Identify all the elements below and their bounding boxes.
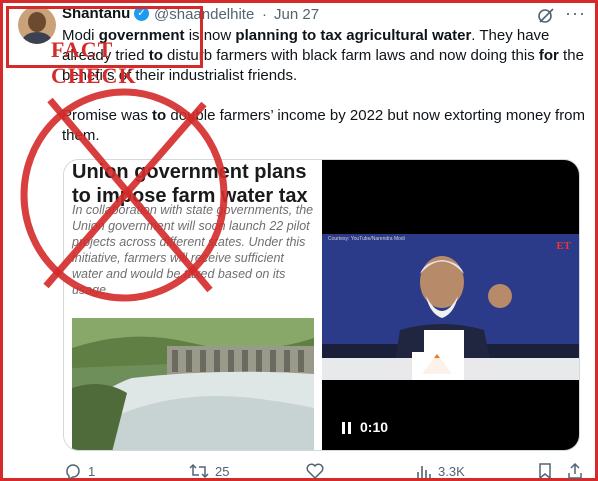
share-button[interactable] xyxy=(567,463,589,479)
video-frame[interactable]: Courtesy: YouTube/Narendra Modi ET xyxy=(322,234,579,380)
dam-photo xyxy=(72,318,314,450)
views-button[interactable]: 3.3K xyxy=(416,463,465,479)
grok-icon[interactable] xyxy=(537,8,555,24)
article-image[interactable]: Union government plans to impose farm wa… xyxy=(64,160,320,450)
reply-button[interactable]: 1 xyxy=(64,463,95,479)
tweet-paragraph-2: Promise was to double farmers’ income by… xyxy=(62,107,586,144)
fact-check-label: FACT CHECK xyxy=(51,37,137,88)
tweet-media[interactable]: Union government plans to impose farm wa… xyxy=(63,159,580,451)
speaker-figure xyxy=(322,256,579,380)
like-button[interactable] xyxy=(306,463,330,479)
action-bar: 1 25 3.3K xyxy=(0,459,598,481)
retweet-icon xyxy=(189,463,209,479)
like-icon xyxy=(306,463,324,479)
bookmark-button[interactable] xyxy=(538,463,558,479)
retweet-button[interactable]: 25 xyxy=(189,463,229,479)
views-count: 3.3K xyxy=(438,463,465,479)
more-icon[interactable]: ··· xyxy=(565,3,586,24)
reply-icon xyxy=(66,464,80,479)
tweet-date[interactable]: Jun 27 xyxy=(274,6,319,23)
retweet-count: 25 xyxy=(215,463,230,479)
share-icon xyxy=(568,463,582,479)
article-body: In collaboration with state governments,… xyxy=(72,203,314,297)
views-icon xyxy=(417,466,431,478)
reply-count: 1 xyxy=(88,463,96,479)
article-title: Union government plans to impose farm wa… xyxy=(72,161,308,207)
bookmark-icon xyxy=(539,463,551,479)
separator: · xyxy=(262,6,267,23)
fact-check-stamp: FACT CHECK xyxy=(6,6,203,88)
video-time: 0:10 xyxy=(360,419,389,435)
video-player[interactable]: Courtesy: YouTube/Narendra Modi ET 0:10 xyxy=(322,160,579,450)
pause-icon[interactable] xyxy=(342,422,352,434)
